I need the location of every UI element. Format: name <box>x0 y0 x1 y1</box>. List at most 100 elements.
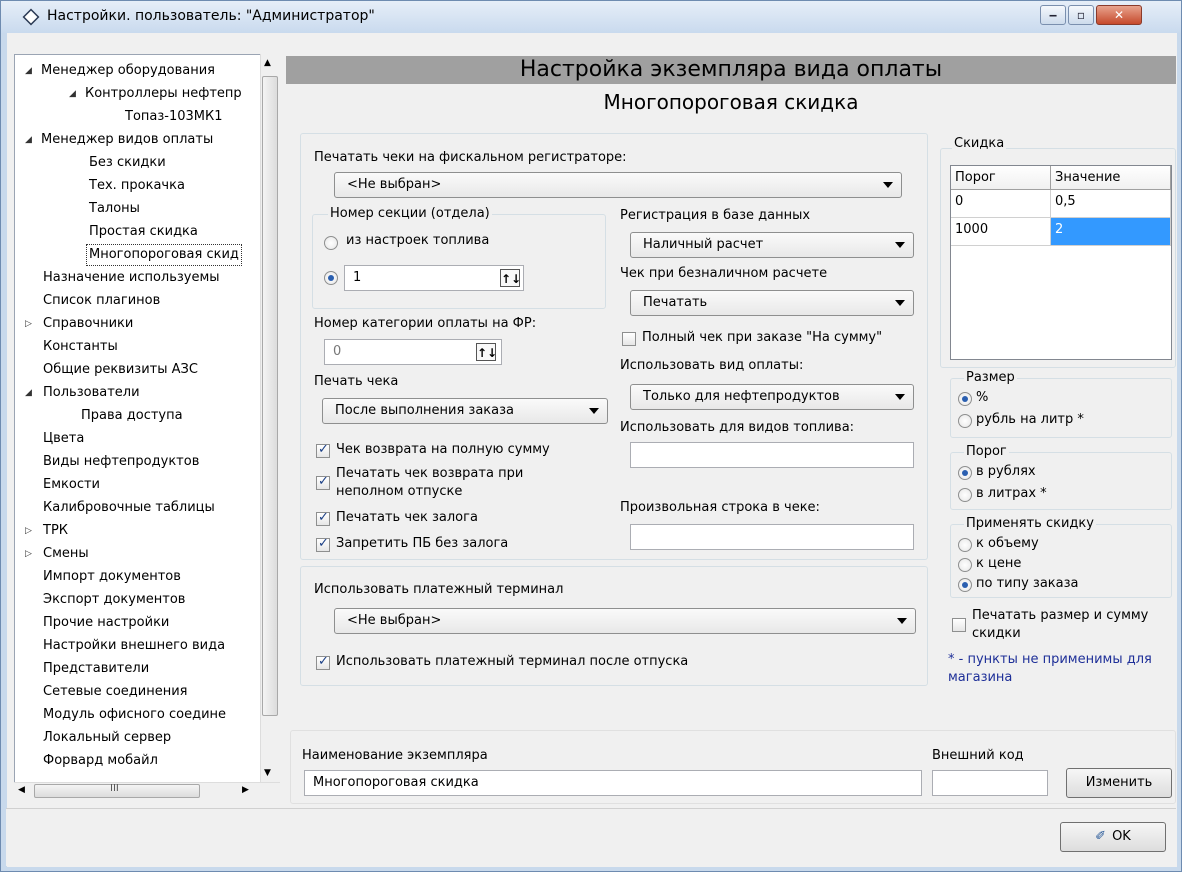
tree-item-station-requisites[interactable]: Общие реквизиты АЗС <box>43 360 198 380</box>
tree-item-no-discount[interactable]: Без скидки <box>89 153 166 173</box>
radio-from-fuel-settings[interactable] <box>324 236 338 250</box>
fuel-types-input[interactable] <box>630 442 914 468</box>
free-line-label: Произвольная строка в чеке: <box>620 500 820 515</box>
use-payment-value: Только для нефтепродуктов <box>643 389 840 404</box>
tree-item-local-server[interactable]: Локальный сервер <box>43 728 171 748</box>
full-check-checkbox[interactable] <box>622 332 636 346</box>
discount-table[interactable]: Порог Значение 0 0,5 1000 2 <box>950 165 1172 360</box>
terminal-select[interactable]: <Не выбран> <box>334 608 916 634</box>
tree-item-other-settings[interactable]: Прочие настройки <box>43 613 169 633</box>
deposit-check-checkbox[interactable] <box>316 510 330 526</box>
table-header-threshold[interactable]: Порог <box>951 166 1051 190</box>
radio-liters[interactable] <box>958 488 972 502</box>
ok-button[interactable]: ✐ OK <box>1060 822 1166 852</box>
tree-item-assignment[interactable]: Назначение используемы <box>43 268 220 288</box>
tree-item-access-rights[interactable]: Права доступа <box>81 406 183 426</box>
tree-item-import[interactable]: Импорт документов <box>43 567 181 587</box>
section-spin-icon[interactable]: ↑↓ <box>500 269 521 287</box>
tree-item-coupons[interactable]: Талоны <box>89 199 140 219</box>
return-partial-checkbox[interactable] <box>316 474 330 490</box>
tree-item-network[interactable]: Сетевые соединения <box>43 682 188 702</box>
chevron-down-icon <box>897 618 907 624</box>
scroll-up-icon[interactable]: ▲ <box>264 58 271 68</box>
expanded-triangle-icon[interactable]: ◢ <box>25 383 32 403</box>
tree-item-topaz[interactable]: Топаз-103МК1 <box>125 107 223 127</box>
radio-price[interactable] <box>958 558 972 572</box>
tree-item-fuel-controllers[interactable]: ◢ Контроллеры нефтепр <box>69 84 242 104</box>
tree-item-shifts[interactable]: ▷ Смены <box>25 544 89 564</box>
print-check-value: После выполнения заказа <box>335 403 514 418</box>
tree-item-appearance[interactable]: Настройки внешнего вида <box>43 636 225 656</box>
table-cell[interactable]: 0 <box>951 190 1051 218</box>
title-bar[interactable]: Настройки. пользователь: "Администратор"… <box>1 1 1181 33</box>
tree-item-fuel-types[interactable]: Виды нефтепродуктов <box>43 452 199 472</box>
forbid-pb-label: Запретить ПБ без залога <box>336 536 509 551</box>
close-icon: ✕ <box>1113 8 1125 22</box>
settings-tree[interactable]: ◢ Менеджер оборудования ◢ Контроллеры нефт… <box>14 54 280 800</box>
category-spin-icon[interactable]: ↑↓ <box>476 343 497 361</box>
tree-item-equipment-manager[interactable]: ◢ Менеджер оборудования <box>25 61 215 81</box>
close-button[interactable]: ✕ <box>1096 5 1142 25</box>
radio-liters-label: в литрах * <box>976 486 1047 501</box>
tree-item-calibration[interactable]: Калибровочные таблицы <box>43 498 215 518</box>
tree-item-forward-mobile[interactable]: Форвард мобайл <box>43 751 158 771</box>
radio-section-number[interactable] <box>324 271 338 285</box>
change-button[interactable]: Изменить <box>1066 768 1172 798</box>
collapsed-triangle-icon[interactable]: ▷ <box>25 544 32 564</box>
maximize-button[interactable]: ▫ <box>1068 5 1094 25</box>
collapsed-triangle-icon[interactable]: ▷ <box>25 521 32 541</box>
tree-item-simple-discount[interactable]: Простая скидка <box>89 222 198 242</box>
table-header-value[interactable]: Значение <box>1051 166 1171 190</box>
expanded-triangle-icon[interactable]: ◢ <box>25 61 32 81</box>
free-line-input[interactable] <box>630 524 914 550</box>
radio-order-type[interactable] <box>958 578 972 592</box>
instance-name-input[interactable]: Многопороговая скидка <box>304 770 922 796</box>
fiscal-registrar-select[interactable]: <Не выбран> <box>334 172 902 198</box>
minimize-button[interactable]: ‒ <box>1040 5 1066 25</box>
collapsed-triangle-icon[interactable]: ▷ <box>25 314 32 334</box>
radio-volume[interactable] <box>958 538 972 552</box>
tree-item-payment-manager[interactable]: ◢ Менеджер видов оплаты <box>25 130 213 150</box>
tree-item-plugins[interactable]: Список плагинов <box>43 291 160 311</box>
table-cell[interactable]: 1000 <box>951 218 1051 246</box>
print-size-checkbox[interactable] <box>952 618 966 632</box>
tree-item-references[interactable]: ▷ Справочники <box>25 314 133 334</box>
tree-item-trk[interactable]: ▷ ТРК <box>25 521 68 541</box>
return-full-checkbox[interactable] <box>316 442 330 458</box>
tree-item-export[interactable]: Экспорт документов <box>43 590 185 610</box>
external-code-input[interactable] <box>932 770 1048 796</box>
tree-item-colors[interactable]: Цвета <box>43 429 84 449</box>
scroll-right-icon[interactable]: ▶ <box>242 785 249 795</box>
expanded-triangle-icon[interactable]: ◢ <box>69 84 76 104</box>
tree-vertical-thumb[interactable] <box>262 76 278 716</box>
table-cell[interactable]: 0,5 <box>1051 190 1171 218</box>
scroll-left-icon[interactable]: ◀ <box>18 785 25 795</box>
use-payment-select[interactable]: Только для нефтепродуктов <box>630 384 914 410</box>
table-cell-selected[interactable]: 2 <box>1051 218 1171 246</box>
registration-select[interactable]: Наличный расчет <box>630 232 914 258</box>
terminal-after-checkbox[interactable] <box>316 654 330 670</box>
forbid-pb-checkbox[interactable] <box>316 536 330 552</box>
window-title: Настройки. пользователь: "Администратор" <box>47 8 375 24</box>
tree-item-multi-threshold-discount[interactable]: Многопороговая скид <box>86 244 242 266</box>
maximize-icon: ▫ <box>1076 8 1086 22</box>
tree-item-tanks[interactable]: Емкости <box>43 475 100 495</box>
scroll-down-icon[interactable]: ▼ <box>264 768 271 778</box>
cashless-select[interactable]: Печатать <box>630 290 914 316</box>
section-number-input[interactable]: 1 <box>344 265 524 291</box>
tree-item-office-module[interactable]: Модуль офисного соедине <box>43 705 226 725</box>
expanded-triangle-icon[interactable]: ◢ <box>25 130 32 150</box>
radio-rubles[interactable] <box>958 466 972 480</box>
print-check-select[interactable]: После выполнения заказа <box>322 398 608 424</box>
tree-item-users[interactable]: ◢ Пользователи <box>25 383 140 403</box>
tree-item-label: Прочие настройки <box>43 615 170 630</box>
tree-item-label: Без скидки <box>89 155 166 170</box>
tree-item-representatives[interactable]: Представители <box>43 659 149 679</box>
tree-item-tech-pumping[interactable]: Тех. прокачка <box>89 176 185 196</box>
tree-item-label: Константы <box>43 339 118 354</box>
radio-percent[interactable] <box>958 392 972 406</box>
discount-label: Скидка <box>952 136 1007 151</box>
tree-item-constants[interactable]: Константы <box>43 337 118 357</box>
radio-rub-liter[interactable] <box>958 414 972 428</box>
fiscal-registrar-value: <Не выбран> <box>347 177 442 192</box>
